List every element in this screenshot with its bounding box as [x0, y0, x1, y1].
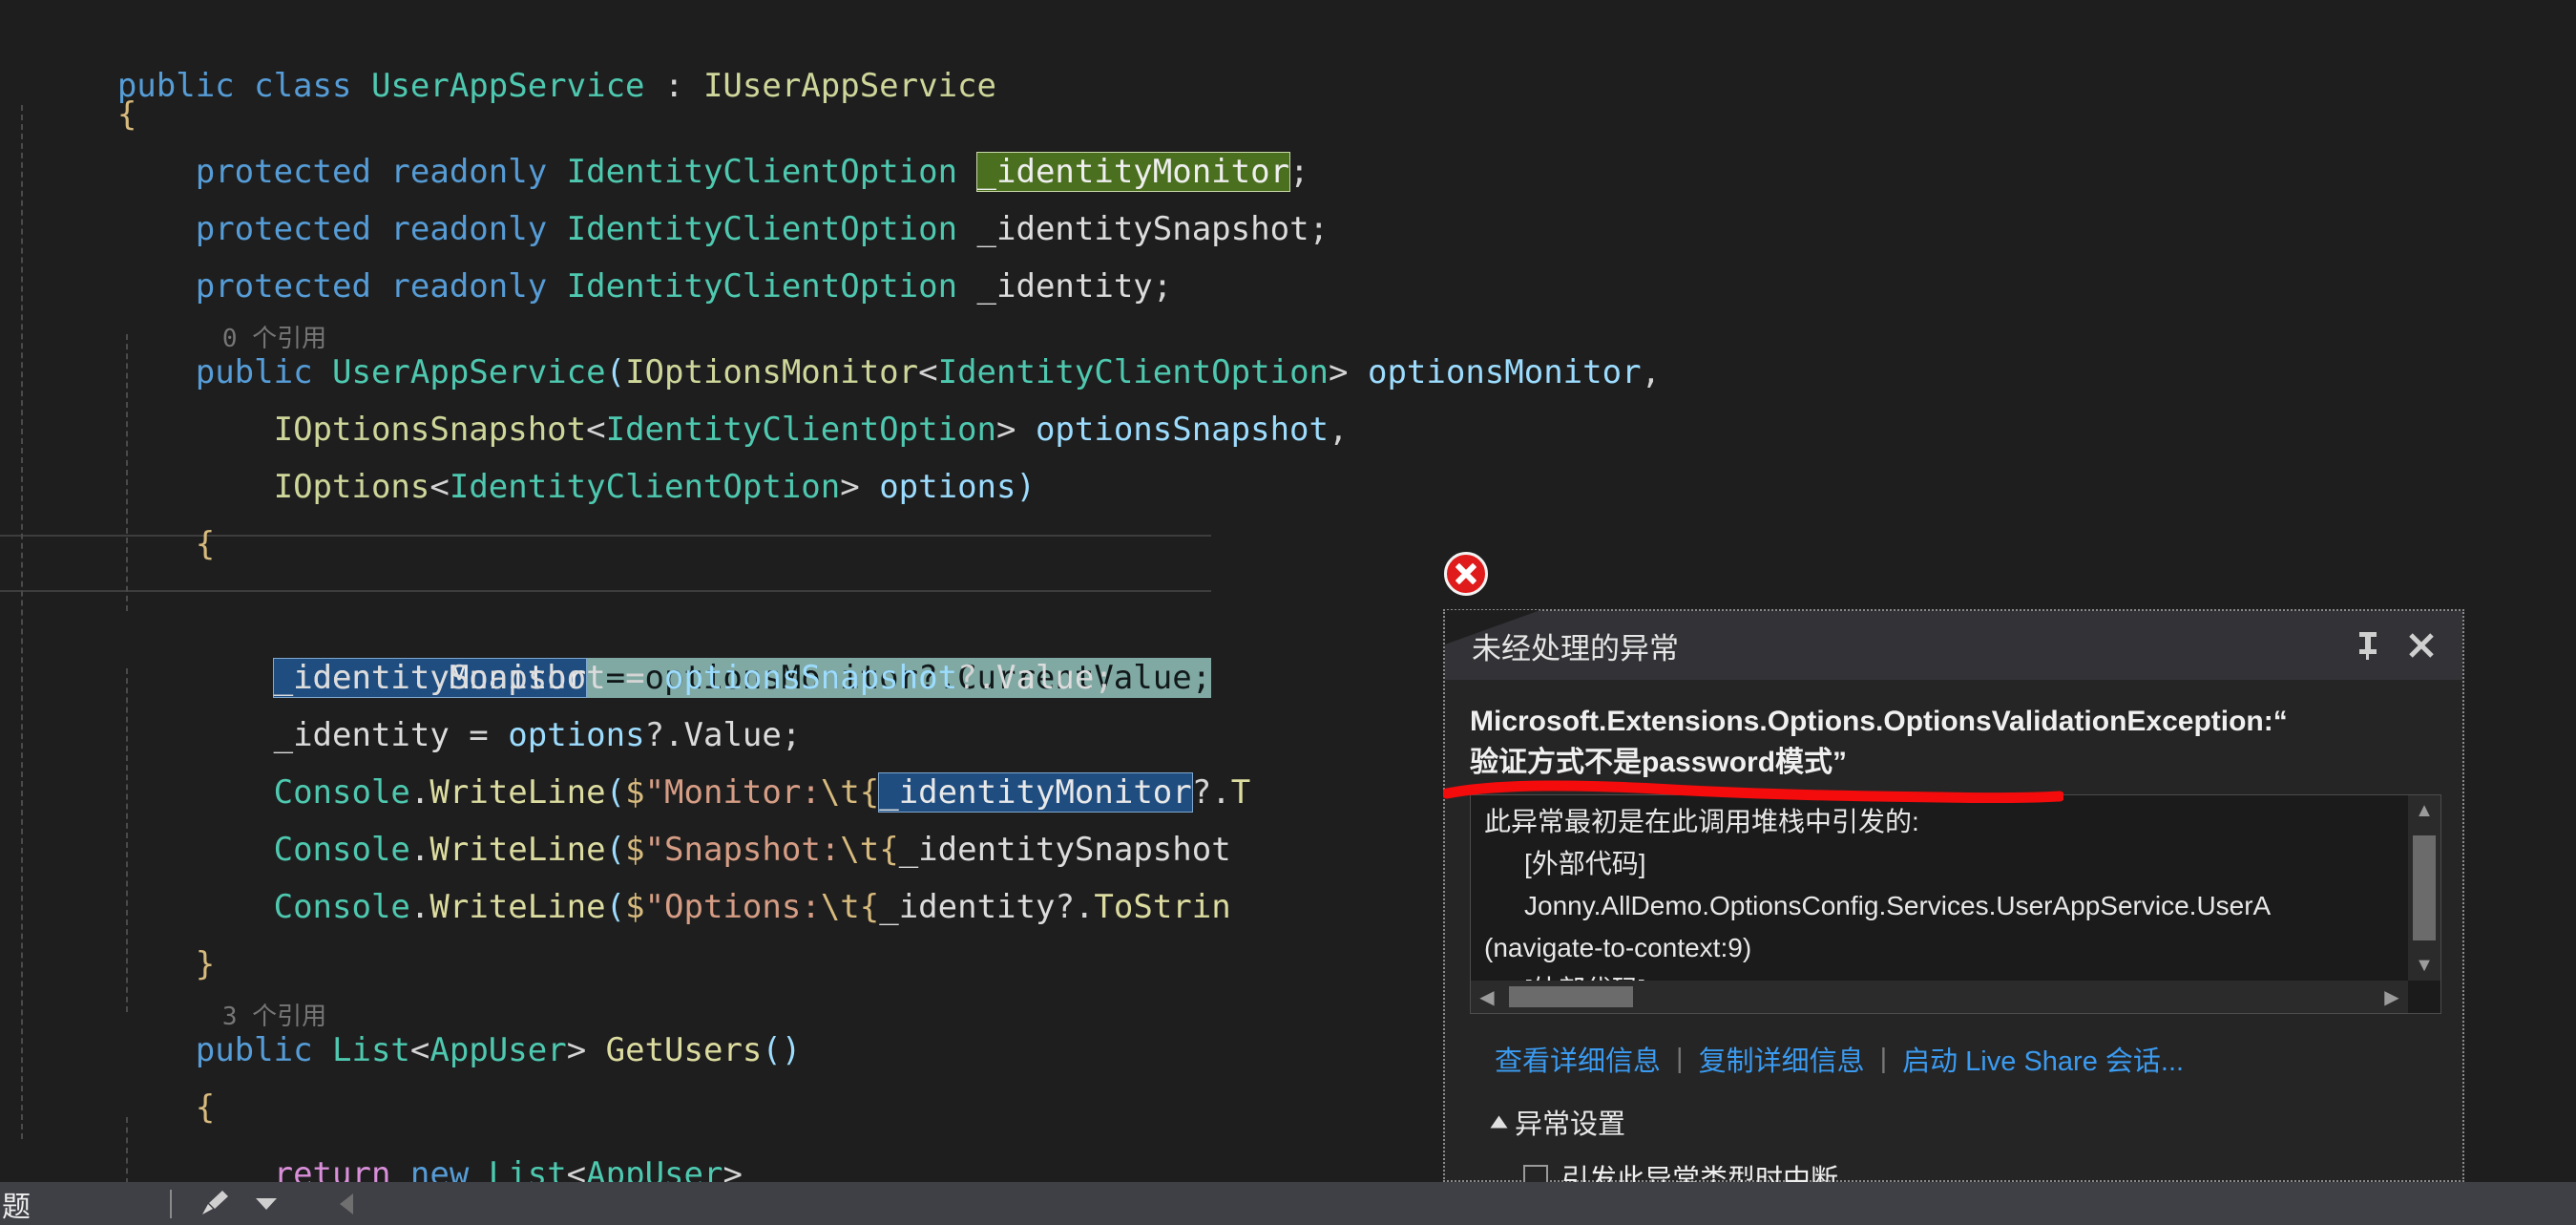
codelens-hint-label[interactable]: 3 个引用 — [117, 1003, 326, 1031]
view-details-link[interactable]: 查看详细信息 — [1495, 1039, 1661, 1079]
scrollbar-thumb[interactable] — [2413, 835, 2436, 940]
scroll-down-icon[interactable]: ▼ — [2408, 950, 2440, 981]
bottom-status-toolbar: 题 — [0, 1182, 2576, 1225]
triangle-expanded-icon — [1490, 1115, 1508, 1129]
scroll-left-icon[interactable]: ◀ — [1471, 981, 1503, 1013]
stack-frame: [外部代码] — [1524, 849, 1646, 878]
error-circle-x-icon[interactable] — [1444, 552, 1488, 596]
stack-frame: (navigate-to-context:9) — [1484, 933, 1752, 962]
exception-settings-label: 异常设置 — [1515, 1109, 1626, 1140]
link-separator: | — [1879, 1043, 1888, 1074]
code-line[interactable]: return new List<AppUser> — [0, 1088, 743, 1182]
arrow-left-icon[interactable] — [321, 1186, 372, 1222]
popup-title: 未经处理的异常 — [1472, 631, 1679, 665]
exception-message: Microsoft.Extensions.Options.OptionsVali… — [1470, 701, 2424, 783]
popup-titlebar: 未经处理的异常 — [1445, 611, 2462, 680]
exception-message-line2: 验证方式不是password模式” — [1470, 747, 1848, 778]
code-line[interactable]: { — [0, 29, 136, 134]
chevron-down-icon[interactable] — [241, 1186, 292, 1222]
stack-horizontal-scrollbar[interactable]: ◀ ▶ — [1471, 981, 2408, 1013]
stack-vertical-scrollbar[interactable]: ▲ ▼ — [2408, 795, 2440, 981]
start-live-share-link[interactable]: 启动 Live Share 会话... — [1902, 1039, 2184, 1079]
selected-symbol[interactable]: _identityMonitor — [878, 772, 1193, 813]
indent-guide — [21, 105, 23, 1139]
exception-settings-expander[interactable]: 异常设置 — [1470, 1079, 2438, 1142]
stack-trace-text: 此异常最初是在此调用堆栈中引发的: [外部代码] Jonny.AllDemo.O… — [1484, 801, 2439, 1011]
link-separator: | — [1676, 1043, 1684, 1074]
exception-helper-popup: 未经处理的异常 Microsoft.Extensions.Options.Opt… — [1443, 609, 2464, 1195]
stack-frame: Jonny.AllDemo.OptionsConfig.Services.Use… — [1524, 891, 2272, 920]
code-line[interactable]: public class UserAppService : IUserAppSe… — [0, 0, 996, 105]
stack-header: 此异常最初是在此调用堆栈中引发的: — [1484, 807, 1919, 836]
toolbar-divider — [170, 1189, 172, 1218]
copy-details-link[interactable]: 复制详细信息 — [1699, 1039, 1865, 1079]
bottombar-label: 题 — [2, 1191, 31, 1223]
code-line[interactable]: _identitySnapshot = optionsSnapshot?.Val… — [0, 592, 1114, 697]
vs-code-editor-window: public class UserAppService : IUserAppSe… — [0, 0, 2576, 1225]
broom-clear-icon[interactable] — [189, 1186, 241, 1222]
symbol-definition-highlight[interactable]: _identityMonitor — [975, 152, 1291, 192]
close-icon[interactable] — [2405, 627, 2438, 664]
exception-message-line1: Microsoft.Extensions.Options.OptionsVali… — [1470, 706, 2288, 737]
scroll-right-icon[interactable]: ▶ — [2376, 981, 2408, 1013]
stack-trace-box[interactable]: 此异常最初是在此调用堆栈中引发的: [外部代码] Jonny.AllDemo.O… — [1470, 794, 2441, 1014]
popup-body: Microsoft.Extensions.Options.OptionsVali… — [1445, 680, 2462, 1197]
scrollbar-thumb[interactable] — [1509, 986, 1633, 1007]
pin-icon[interactable] — [2352, 627, 2384, 664]
scroll-up-icon[interactable]: ▲ — [2408, 795, 2440, 826]
popup-links: 查看详细信息 | 复制详细信息 | 启动 Live Share 会话... — [1470, 1014, 2438, 1079]
codelens-hint-label[interactable]: 0 个引用 — [117, 325, 326, 353]
